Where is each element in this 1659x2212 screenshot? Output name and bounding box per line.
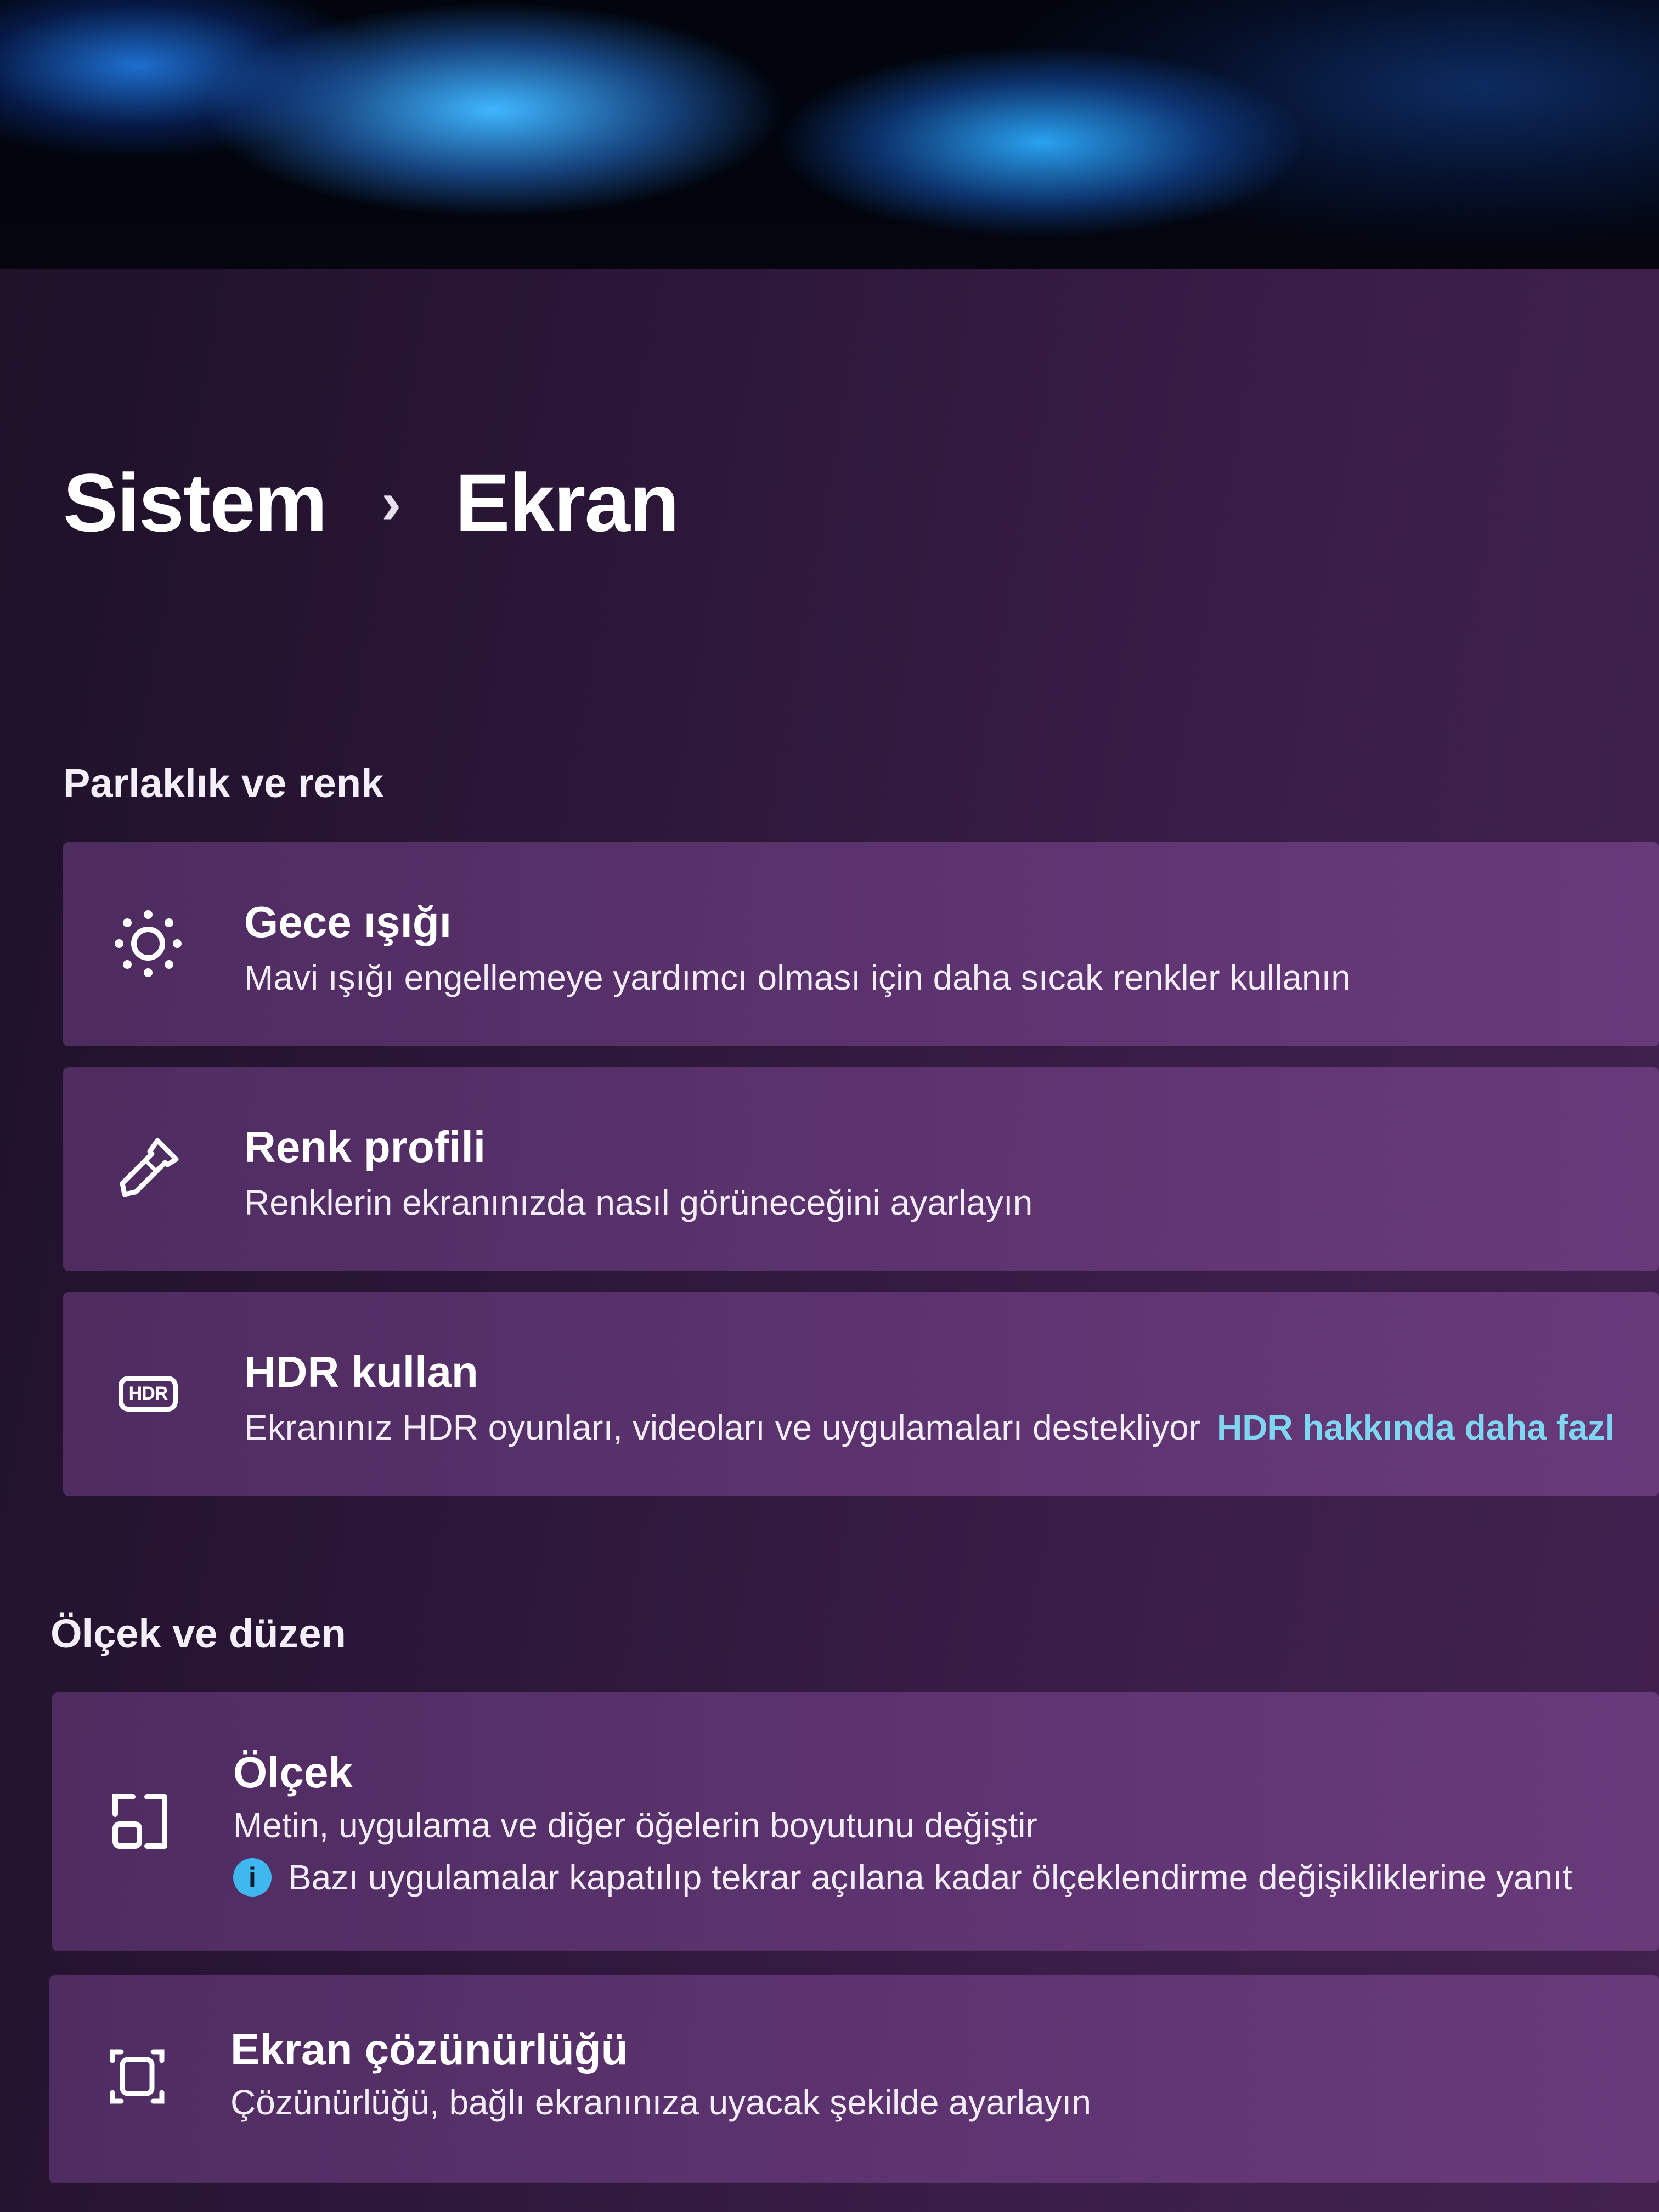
hdr-title: HDR kullan — [244, 1347, 478, 1396]
wallpaper-shade — [0, 0, 1659, 285]
scale-description: Metin, uygulama ve diğer öğelerin boyutu… — [233, 1805, 1037, 1845]
hdr-learn-more-link[interactable]: HDR hakkında daha fazl — [1217, 1408, 1615, 1447]
resolution-description: Çözünürlüğü, bağlı ekranınıza uyacak şek… — [230, 2083, 1091, 2122]
night-light-title: Gece ışığı — [244, 898, 452, 946]
scale-card[interactable]: Ölçek Metin, uygulama ve diğer öğelerin … — [52, 1692, 1659, 1951]
night-light-card[interactable]: Gece ışığı Mavi ışığı engellemeye yardım… — [63, 842, 1659, 1046]
hdr-card[interactable]: HDR HDR kullan Ekranınız HDR oyunları, v… — [63, 1292, 1659, 1496]
scale-info-text: Bazı uygulamalar kapatılıp tekrar açılan… — [288, 1858, 1572, 1897]
hdr-icon: HDR — [112, 1358, 184, 1429]
page-title: Ekran — [455, 456, 680, 549]
scale-icon — [104, 1786, 176, 1857]
section-title-scale: Ölçek ve düzen — [50, 1611, 346, 1656]
breadcrumb-parent[interactable]: Sistem — [63, 455, 328, 550]
color-profile-card[interactable]: Renk profili Renklerin ekranınızda nasıl… — [63, 1067, 1659, 1271]
breadcrumb: Sistem › Ekran — [63, 455, 680, 550]
info-icon: i — [233, 1858, 272, 1897]
color-profile-description: Renklerin ekranınızda nasıl görüneceğini… — [244, 1183, 1033, 1222]
resolution-icon — [101, 2041, 173, 2112]
color-profile-title: Renk profili — [244, 1122, 486, 1171]
night-light-description: Mavi ışığı engellemeye yardımcı olması i… — [244, 958, 1351, 997]
settings-page: Sistem › Ekran Parlaklık ve renk Gece ış… — [0, 0, 1659, 2212]
breadcrumb-separator-icon: › — [381, 469, 402, 537]
section-title-brightness: Parlaklık ve renk — [63, 760, 384, 806]
resolution-card[interactable]: Ekran çözünürlüğü Çözünürlüğü, bağlı ekr… — [49, 1975, 1659, 2183]
scale-info-line: i Bazı uygulamalar kapatılıp tekrar açıl… — [233, 1857, 1572, 1898]
resolution-title: Ekran çözünürlüğü — [230, 2025, 628, 2074]
hdr-description: Ekranınız HDR oyunları, videoları ve uyg… — [244, 1408, 1200, 1447]
brightness-sun-icon — [112, 908, 184, 979]
hdr-description-line: Ekranınız HDR oyunları, videoları ve uyg… — [244, 1407, 1615, 1448]
color-dropper-icon — [112, 1133, 184, 1204]
scale-title: Ölçek — [233, 1748, 353, 1797]
hdr-icon-label: HDR — [118, 1375, 178, 1412]
